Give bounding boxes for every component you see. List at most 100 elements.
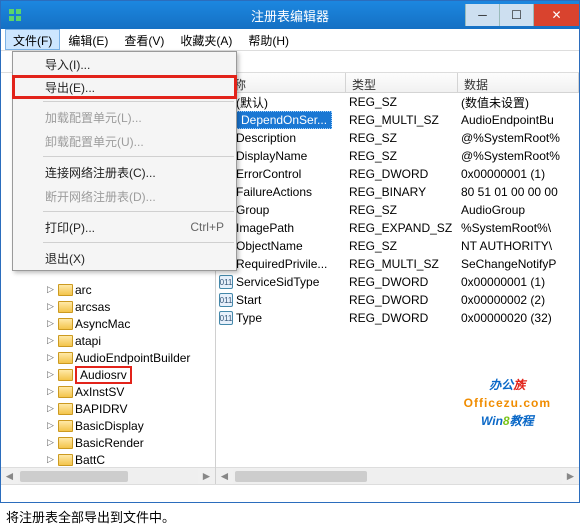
menu-edit[interactable]: 编辑(E)	[60, 29, 116, 50]
value-name: Type	[236, 311, 262, 325]
tree-item[interactable]: ▷ AxInstSV	[19, 383, 215, 400]
value-name: Start	[236, 293, 261, 307]
expand-icon[interactable]: ▷	[45, 301, 56, 312]
list-row[interactable]: 011ServiceSidTypeREG_DWORD0x00000001 (1)	[216, 273, 579, 291]
tree-item[interactable]: ▷ arc	[19, 281, 215, 298]
value-name: Group	[236, 203, 269, 217]
expand-icon[interactable]: ▷	[45, 335, 56, 346]
tree-item[interactable]: ▷arcsas	[19, 298, 215, 315]
expand-icon[interactable]: ▷	[45, 369, 56, 380]
tree-item[interactable]: ▷Audiosrv	[19, 366, 215, 383]
scroll-thumb[interactable]	[20, 471, 128, 482]
value-name: RequiredPrivile...	[236, 257, 327, 271]
expand-icon[interactable]: ▷	[45, 403, 56, 414]
tree-label: AudioEndpointBuilder	[75, 351, 190, 365]
folder-icon	[58, 284, 73, 296]
tree-label: BattC	[75, 453, 105, 467]
value-name: Description	[236, 131, 296, 145]
tree-item[interactable]: ▷ AsyncMac	[19, 315, 215, 332]
value-data: AudioEndpointBu	[458, 113, 579, 127]
menu-help[interactable]: 帮助(H)	[240, 29, 297, 50]
list-row[interactable]: abDependOnSer...REG_MULTI_SZAudioEndpoin…	[216, 111, 579, 129]
folder-icon	[58, 420, 73, 432]
menu-exit[interactable]: 退出(X)	[13, 246, 236, 270]
menu-view[interactable]: 查看(V)	[116, 29, 172, 50]
caption-text: 将注册表全部导出到文件中。	[0, 503, 580, 530]
menu-export[interactable]: 导出(E)...	[12, 75, 237, 99]
menu-separator	[43, 242, 234, 243]
value-data: 80 51 01 00 00 00	[458, 185, 579, 199]
scroll-right-icon[interactable]: ►	[198, 468, 215, 485]
menu-separator	[43, 211, 234, 212]
list-row[interactable]: 011StartREG_DWORD0x00000002 (2)	[216, 291, 579, 309]
value-type: REG_SZ	[346, 239, 458, 253]
tree-label: AxInstSV	[75, 385, 124, 399]
tree-item[interactable]: ▷BAPIDRV	[19, 400, 215, 417]
tree-item[interactable]: ▷ BasicRender	[19, 434, 215, 451]
tree-item[interactable]: ▷BasicDisplay	[19, 417, 215, 434]
expand-icon[interactable]: ▷	[45, 437, 56, 448]
col-type[interactable]: 类型	[346, 73, 458, 92]
scroll-thumb[interactable]	[235, 471, 367, 482]
menu-file[interactable]: 文件(F)	[5, 29, 60, 50]
expand-icon[interactable]: ▷	[45, 420, 56, 431]
value-type: REG_MULTI_SZ	[346, 257, 458, 271]
tree-label: AsyncMac	[75, 317, 130, 331]
list-row[interactable]: abRequiredPrivile...REG_MULTI_SZSeChange…	[216, 255, 579, 273]
expand-icon[interactable]: ▷	[45, 318, 56, 329]
menu-connect[interactable]: 连接网络注册表(C)...	[13, 160, 236, 184]
list-row[interactable]: abGroupREG_SZAudioGroup	[216, 201, 579, 219]
value-type: REG_DWORD	[346, 167, 458, 181]
list-row[interactable]: ab(默认)REG_SZ(数值未设置)	[216, 93, 579, 111]
menu-separator	[43, 101, 234, 102]
menu-favorites[interactable]: 收藏夹(A)	[172, 29, 240, 50]
value-data: AudioGroup	[458, 203, 579, 217]
tree-item[interactable]: ▷ AudioEndpointBuilder	[19, 349, 215, 366]
expand-icon[interactable]: ▷	[45, 352, 56, 363]
tree-hscroll[interactable]: ◄ ►	[1, 467, 215, 484]
value-type: REG_SZ	[346, 203, 458, 217]
list-row[interactable]: 011ErrorControlREG_DWORD0x00000001 (1)	[216, 165, 579, 183]
folder-icon	[58, 437, 73, 449]
value-data: @%SystemRoot%	[458, 149, 579, 163]
close-button[interactable]: ✕	[533, 4, 579, 26]
list-row[interactable]: abDescriptionREG_SZ@%SystemRoot%	[216, 129, 579, 147]
menu-separator	[43, 156, 234, 157]
folder-icon	[58, 352, 73, 364]
menubar: 文件(F) 编辑(E) 查看(V) 收藏夹(A) 帮助(H)	[1, 29, 579, 51]
tree-label: BasicRender	[75, 436, 144, 450]
tree-item[interactable]: ▷ atapi	[19, 332, 215, 349]
list-header: 名称 类型 数据	[216, 73, 579, 93]
value-data: %SystemRoot%\	[458, 221, 579, 235]
scroll-left-icon[interactable]: ◄	[1, 468, 18, 485]
file-menu-dropdown: 导入(I)... 导出(E)... 加载配置单元(L)... 卸载配置单元(U)…	[12, 51, 237, 271]
scroll-right-icon[interactable]: ►	[562, 468, 579, 485]
folder-icon	[58, 386, 73, 398]
list-row[interactable]: abObjectNameREG_SZNT AUTHORITY\	[216, 237, 579, 255]
list-pane[interactable]: 名称 类型 数据 ab(默认)REG_SZ(数值未设置)abDependOnSe…	[216, 73, 579, 484]
value-name: ServiceSidType	[236, 275, 319, 289]
list-row[interactable]: 011TypeREG_DWORD0x00000020 (32)	[216, 309, 579, 327]
minimize-button[interactable]: ─	[465, 4, 499, 26]
list-row[interactable]: 011FailureActionsREG_BINARY80 51 01 00 0…	[216, 183, 579, 201]
value-data: 0x00000002 (2)	[458, 293, 579, 307]
list-row[interactable]: abDisplayNameREG_SZ@%SystemRoot%	[216, 147, 579, 165]
expand-icon[interactable]: ▷	[45, 454, 56, 465]
value-type: REG_SZ	[346, 95, 458, 109]
tree-label: atapi	[75, 334, 101, 348]
value-name: DependOnSer...	[236, 111, 332, 129]
list-row[interactable]: abImagePathREG_EXPAND_SZ%SystemRoot%\	[216, 219, 579, 237]
maximize-button[interactable]: ☐	[499, 4, 533, 26]
expand-icon[interactable]: ▷	[45, 284, 56, 295]
expand-icon[interactable]: ▷	[45, 386, 56, 397]
scroll-left-icon[interactable]: ◄	[216, 468, 233, 485]
folder-icon	[58, 335, 73, 347]
menu-import[interactable]: 导入(I)...	[13, 52, 236, 76]
tree-label: arc	[75, 283, 92, 297]
tree-item[interactable]: ▷ BattC	[19, 451, 215, 468]
binary-value-icon: 011	[219, 275, 233, 289]
list-hscroll[interactable]: ◄ ►	[216, 467, 579, 484]
col-data[interactable]: 数据	[458, 73, 579, 92]
menu-print[interactable]: 打印(P)...Ctrl+P	[13, 215, 236, 239]
value-name: ObjectName	[236, 239, 303, 253]
